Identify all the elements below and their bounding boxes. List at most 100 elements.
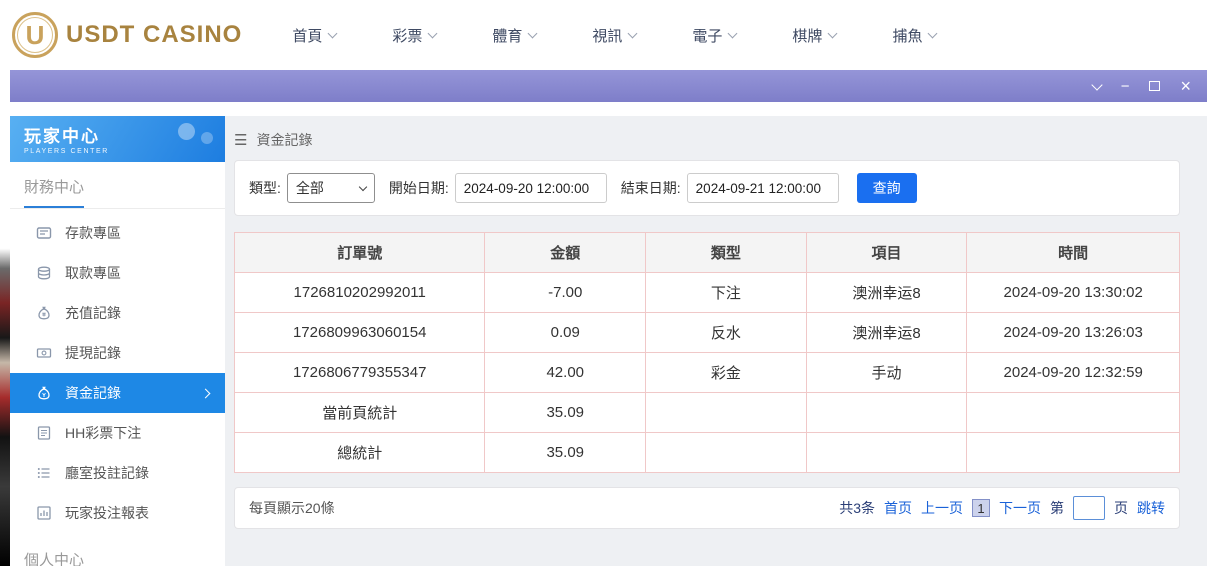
table-cell (646, 433, 807, 473)
col-header-project: 項目 (806, 233, 967, 273)
table-cell (967, 393, 1180, 433)
table-cell (806, 393, 967, 433)
pagination-bar: 每頁顯示20條 共3条 首页 上一页 1 下一页 第 页 跳转 (234, 487, 1180, 529)
logo-badge-icon: U (12, 12, 58, 58)
maximize-button[interactable] (1149, 81, 1160, 91)
sidebar-item-player-report[interactable]: 玩家投注報表 (10, 493, 225, 533)
sidebar-item-label: 玩家投注報表 (65, 503, 149, 523)
nav-item-lottery[interactable]: 彩票 (392, 25, 436, 46)
next-page-link[interactable]: 下一页 (999, 498, 1041, 518)
search-button[interactable]: 查詢 (857, 173, 917, 203)
room-bet-record-icon (36, 465, 52, 481)
sidebar-item-label: HH彩票下注 (65, 423, 141, 443)
sidebar-item-hh-lottery-bet[interactable]: HH彩票下注 (10, 413, 225, 453)
sidebar-item-label: 資金記錄 (65, 383, 121, 403)
table-cell: 下注 (646, 273, 807, 313)
nav-label: 電子 (692, 25, 722, 46)
nav-item-sports[interactable]: 體育 (492, 25, 536, 46)
nav-item-electronic[interactable]: 電子 (692, 25, 736, 46)
table-cell: 2024-09-20 12:32:59 (967, 353, 1180, 393)
table-cell: 1726809963060154 (235, 313, 485, 353)
hamburger-icon[interactable]: ☰ (234, 131, 247, 149)
site-topbar: U USDT CASINO 首頁 彩票 體育 視訊 電子 棋牌 捕魚 (0, 0, 1207, 70)
page-title: 資金記錄 (256, 130, 312, 150)
minimize-button[interactable]: − (1121, 79, 1130, 94)
table-row-page-summary: 當前頁統計 35.09 (235, 393, 1180, 433)
sidebar-item-withdrawal-record[interactable]: 提現記錄 (10, 333, 225, 373)
table-cell: 42.00 (485, 353, 646, 393)
nav-label: 棋牌 (792, 25, 822, 46)
section-label-finance[interactable]: 財務中心 (24, 176, 84, 208)
sidebar-section-personal: 個人中心 (10, 533, 225, 566)
sidebar: 玩家中心 PLAYERS CENTER 財務中心 存款專區 取款專區 (10, 116, 225, 566)
chevron-down-icon (428, 29, 438, 39)
nav-label: 彩票 (392, 25, 422, 46)
table-cell: -7.00 (485, 273, 646, 313)
maximize-icon (1149, 81, 1160, 91)
sidebar-item-label: 取款專區 (65, 263, 121, 283)
sidebar-item-room-bet-record[interactable]: 廳室投註記錄 (10, 453, 225, 493)
nav-label: 首頁 (292, 25, 322, 46)
type-select[interactable]: 全部 (287, 173, 375, 203)
col-header-type: 類型 (646, 233, 807, 273)
sidebar-item-label: 充值記錄 (65, 303, 121, 323)
table-row: 1726806779355347 42.00 彩金 手动 2024-09-20 … (235, 353, 1180, 393)
prev-page-link[interactable]: 上一页 (921, 498, 963, 518)
fund-record-table: 訂單號 金額 類型 項目 時間 1726810202992011 -7.00 下… (234, 232, 1180, 473)
page-jump-input[interactable] (1073, 496, 1105, 520)
nav-item-video[interactable]: 視訊 (592, 25, 636, 46)
type-label: 類型: (249, 178, 281, 198)
withdrawal-record-icon (36, 345, 52, 361)
filter-bar: 類型: 全部 開始日期: 結束日期: 查詢 (234, 160, 1180, 216)
end-date-input[interactable] (687, 173, 839, 203)
deposit-icon (36, 225, 52, 241)
ball-icon (201, 132, 213, 144)
sidebar-item-label: 廳室投註記錄 (65, 463, 149, 483)
site-logo[interactable]: U USDT CASINO (12, 12, 242, 58)
section-label-personal[interactable]: 個人中心 (24, 552, 84, 566)
first-page-link[interactable]: 首页 (884, 498, 912, 518)
table-row: 1726809963060154 0.09 反水 澳洲幸运8 2024-09-2… (235, 313, 1180, 353)
nav-item-home[interactable]: 首頁 (292, 25, 336, 46)
table-cell: 總統計 (235, 433, 485, 473)
jump-suffix-text: 页 (1114, 498, 1128, 518)
total-count-text: 共3条 (839, 498, 875, 518)
table-cell: 1726810202992011 (235, 273, 485, 313)
sidebar-item-recharge-record[interactable]: 充值記錄 (10, 293, 225, 333)
pagination-controls: 共3条 首页 上一页 1 下一页 第 页 跳转 (839, 496, 1165, 520)
table-cell: 2024-09-20 13:30:02 (967, 273, 1180, 313)
sidebar-item-fund-record[interactable]: 資金記錄 (10, 373, 225, 413)
chevron-down-icon (359, 183, 367, 191)
nav-label: 視訊 (592, 25, 622, 46)
table-cell: 0.09 (485, 313, 646, 353)
table-cell (806, 433, 967, 473)
table-cell: 1726806779355347 (235, 353, 485, 393)
table-row: 1726810202992011 -7.00 下注 澳洲幸运8 2024-09-… (235, 273, 1180, 313)
window-body: 玩家中心 PLAYERS CENTER 財務中心 存款專區 取款專區 (10, 102, 1207, 566)
table-header-row: 訂單號 金額 類型 項目 時間 (235, 233, 1180, 273)
chevron-down-icon (1091, 79, 1102, 90)
col-header-time: 時間 (967, 233, 1180, 273)
collapse-button[interactable] (1093, 84, 1101, 89)
sidebar-item-label: 存款專區 (65, 223, 121, 243)
sidebar-header: 玩家中心 PLAYERS CENTER (10, 116, 225, 162)
start-date-input[interactable] (455, 173, 607, 203)
chevron-right-icon (201, 388, 211, 398)
sidebar-item-deposit-area[interactable]: 存款專區 (10, 213, 225, 253)
nav-item-fishing[interactable]: 捕魚 (892, 25, 936, 46)
table-cell: 反水 (646, 313, 807, 353)
current-page-button[interactable]: 1 (972, 499, 990, 517)
jump-button[interactable]: 跳转 (1137, 498, 1165, 518)
close-button[interactable]: × (1180, 77, 1191, 95)
start-date-label: 開始日期: (389, 178, 449, 198)
table-cell: 澳洲幸运8 (806, 273, 967, 313)
chevron-down-icon (528, 29, 538, 39)
nav-item-chess[interactable]: 棋牌 (792, 25, 836, 46)
main-nav: 首頁 彩票 體育 視訊 電子 棋牌 捕魚 (292, 25, 936, 46)
window-top-strip (10, 102, 1207, 116)
table-cell: 35.09 (485, 393, 646, 433)
end-date-label: 結束日期: (621, 178, 681, 198)
table-cell: 彩金 (646, 353, 807, 393)
table-row-total-summary: 總統計 35.09 (235, 433, 1180, 473)
sidebar-item-withdraw-area[interactable]: 取款專區 (10, 253, 225, 293)
